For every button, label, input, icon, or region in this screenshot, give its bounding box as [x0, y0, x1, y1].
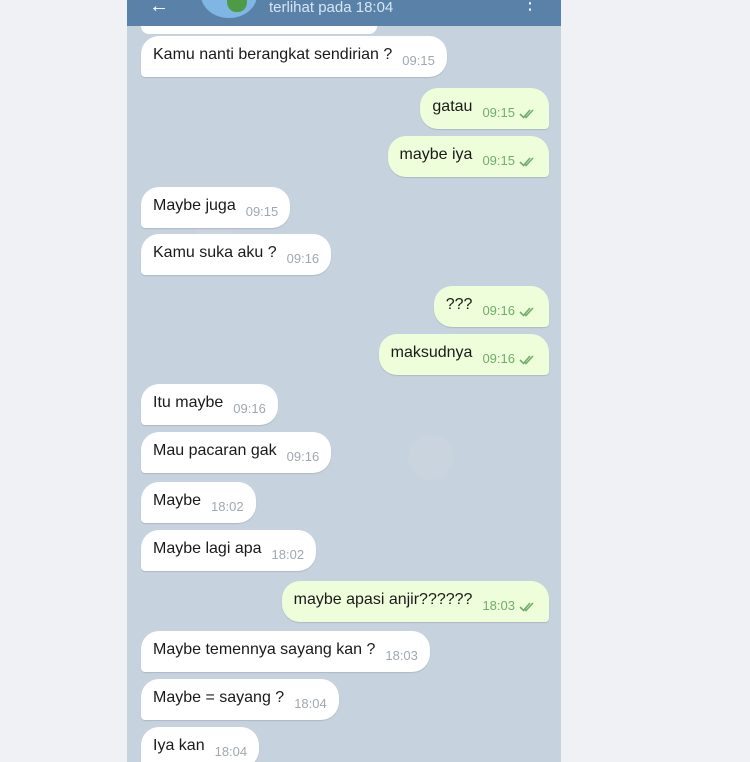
previous-message-edge	[141, 26, 377, 34]
message-time: 09:16	[482, 351, 515, 366]
chat-screen: ← terlihat pada 18:04 ⋮ Kamu nanti beran…	[127, 0, 561, 762]
incoming-message[interactable]: Maybe temennya sayang kan ? 18:03	[141, 631, 430, 672]
message-time: 18:02	[271, 547, 305, 562]
incoming-message[interactable]: Maybe lagi apa 18:02	[141, 530, 317, 571]
message-text: Itu maybe	[153, 393, 224, 411]
double-check-icon	[519, 600, 537, 612]
message-text: Iya kan	[153, 736, 205, 754]
incoming-message[interactable]: Iya kan 18:04	[141, 727, 260, 762]
message-text: Mau pacaran gak	[153, 441, 277, 459]
back-arrow-icon[interactable]: ←	[149, 0, 169, 16]
message-time: 09:16	[286, 449, 320, 464]
message-text: Maybe juga	[153, 196, 236, 214]
message-text: maybe apasi anjir??????	[293, 590, 473, 608]
message-text: Maybe = sayang ?	[153, 688, 285, 706]
message-time: 09:15	[482, 153, 515, 168]
incoming-message[interactable]: Maybe 18:02	[141, 482, 256, 523]
avatar[interactable]	[201, 0, 257, 18]
message-text: maybe iya	[399, 145, 473, 163]
double-check-icon	[519, 155, 537, 167]
message-time: 09:15	[482, 105, 515, 120]
outgoing-message[interactable]: ??? 09:16	[433, 286, 549, 327]
message-text: Maybe temennya sayang kan ?	[153, 640, 376, 658]
menu-dots-icon[interactable]: ⋮	[521, 0, 539, 12]
message-text: Maybe	[153, 491, 202, 509]
message-time: 18:02	[211, 499, 244, 514]
incoming-message[interactable]: Kamu nanti berangkat sendirian ? 09:15	[141, 36, 447, 77]
message-text: Kamu suka aku ?	[153, 243, 277, 261]
message-time: 09:16	[286, 251, 320, 266]
incoming-message[interactable]: Maybe juga 09:15	[141, 187, 291, 228]
message-time: 18:04	[214, 744, 248, 759]
message-text: maksudnya	[390, 343, 473, 361]
message-time: 18:03	[482, 598, 515, 613]
message-time: 09:15	[402, 53, 435, 68]
message-time: 18:03	[385, 648, 418, 663]
chat-header: ← terlihat pada 18:04 ⋮	[127, 0, 561, 26]
message-time: 18:04	[294, 696, 327, 711]
incoming-message[interactable]: Kamu suka aku ? 09:16	[141, 234, 332, 275]
outgoing-message[interactable]: maksudnya 09:16	[378, 334, 549, 375]
message-time: 09:16	[482, 303, 515, 318]
incoming-message[interactable]: Maybe = sayang ? 18:04	[141, 679, 339, 720]
message-time: 09:16	[233, 401, 266, 416]
incoming-message[interactable]: Itu maybe 09:16	[141, 384, 278, 425]
avatar-globe-land	[227, 0, 247, 12]
message-time: 09:15	[245, 204, 279, 219]
message-text: Maybe lagi apa	[153, 539, 262, 557]
double-check-icon	[519, 107, 537, 119]
incoming-message[interactable]: Mau pacaran gak 09:16	[141, 432, 332, 473]
last-seen-status: terlihat pada 18:04	[269, 0, 394, 16]
outgoing-message[interactable]: maybe apasi anjir?????? 18:03	[281, 581, 549, 622]
message-text: Kamu nanti berangkat sendirian ?	[153, 45, 393, 63]
double-check-icon	[519, 353, 537, 365]
message-text: ???	[445, 295, 473, 313]
outgoing-message[interactable]: maybe iya 09:15	[387, 136, 549, 177]
double-check-icon	[519, 305, 537, 317]
outgoing-message[interactable]: gatau 09:15	[420, 88, 549, 129]
message-text: gatau	[432, 97, 473, 115]
